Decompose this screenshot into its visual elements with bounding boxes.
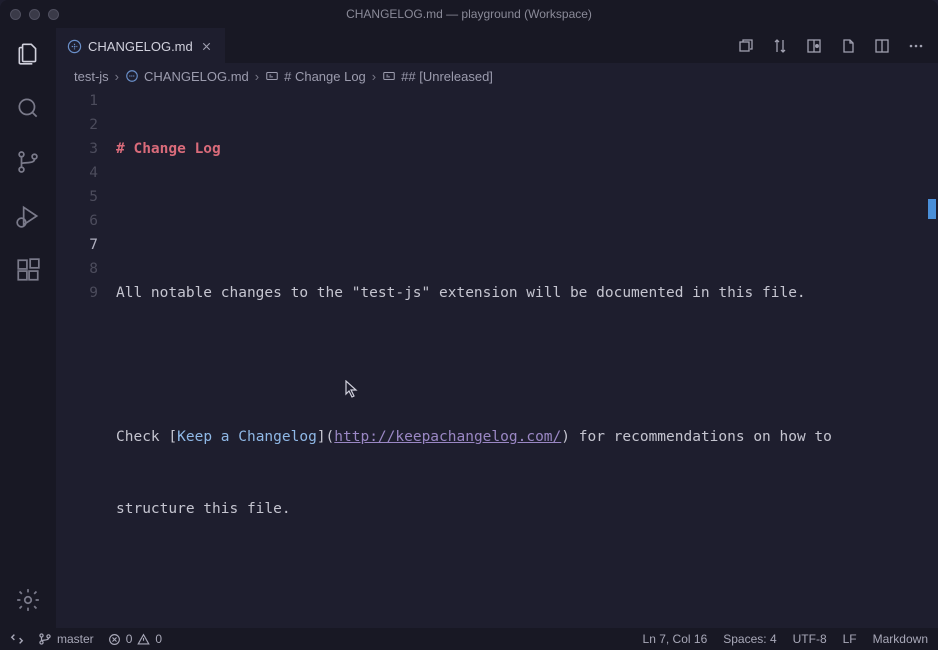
close-window-button[interactable]: [10, 9, 21, 20]
remote-icon: [10, 632, 24, 646]
close-icon: [200, 40, 213, 53]
tab-changelog[interactable]: CHANGELOG.md: [56, 28, 225, 63]
tab-bar: CHANGELOG.md: [56, 28, 938, 63]
source-control-activity[interactable]: [14, 148, 42, 176]
symbol-string-icon: [382, 69, 396, 83]
maximize-window-button[interactable]: [48, 9, 59, 20]
preview-icon: [125, 69, 139, 83]
overview-ruler-marker: [928, 199, 936, 219]
breadcrumb-item-folder[interactable]: test-js: [74, 69, 109, 84]
git-branch-status[interactable]: master: [38, 632, 94, 646]
minimize-window-button[interactable]: [29, 9, 40, 20]
warning-icon: [137, 633, 150, 646]
preview-icon: [66, 38, 82, 54]
tab-close-button[interactable]: [199, 38, 215, 54]
debug-activity[interactable]: [14, 202, 42, 230]
compare-button[interactable]: [772, 38, 788, 54]
encoding-status[interactable]: UTF-8: [793, 632, 827, 646]
extensions-icon: [15, 257, 41, 283]
window-controls: [10, 9, 59, 20]
branch-icon: [15, 149, 41, 175]
symbol-string-icon: [265, 69, 279, 83]
split-editor-button[interactable]: [874, 38, 890, 54]
run-button[interactable]: [840, 38, 856, 54]
ellipsis-icon: [908, 38, 924, 54]
breadcrumb-item-file[interactable]: CHANGELOG.md: [125, 69, 249, 84]
tab-label: CHANGELOG.md: [88, 39, 193, 54]
toggle-secondary-button[interactable]: [738, 38, 754, 54]
breadcrumb[interactable]: test-js › CHANGELOG.md › # Change Log › …: [56, 63, 938, 89]
compare-icon: [772, 38, 788, 54]
activity-bar: [0, 28, 56, 628]
line-number-gutter: 1 2 3 4 5 6 7 8 9: [56, 89, 116, 628]
code-content[interactable]: # Change Log All notable changes to the …: [116, 89, 938, 628]
remote-button[interactable]: [10, 632, 24, 646]
chevron-right-icon: ›: [115, 69, 119, 84]
search-activity[interactable]: [14, 94, 42, 122]
error-icon: [108, 633, 121, 646]
open-preview-button[interactable]: [806, 38, 822, 54]
editor-area: CHANGELOG.md test-js › CHANGELOG.: [56, 28, 938, 628]
split-icon: [874, 38, 890, 54]
gear-icon: [15, 587, 41, 613]
files-icon: [15, 41, 41, 67]
eol-status[interactable]: LF: [843, 632, 857, 646]
chevron-right-icon: ›: [255, 69, 259, 84]
extensions-activity[interactable]: [14, 256, 42, 284]
breadcrumb-item-h1[interactable]: # Change Log: [265, 69, 366, 84]
problems-status[interactable]: 0 0: [108, 632, 162, 646]
titlebar: CHANGELOG.md — playground (Workspace): [0, 0, 938, 28]
branch-icon: [38, 632, 52, 646]
preview-side-icon: [806, 38, 822, 54]
more-actions-button[interactable]: [908, 38, 924, 54]
language-mode-status[interactable]: Markdown: [873, 632, 928, 646]
cursor-position-status[interactable]: Ln 7, Col 16: [643, 632, 708, 646]
search-icon: [15, 95, 41, 121]
debug-icon: [15, 203, 41, 229]
settings-activity[interactable]: [14, 586, 42, 614]
explorer-activity[interactable]: [14, 40, 42, 68]
window-stack-icon: [738, 38, 754, 54]
editor-actions: [724, 28, 938, 63]
editor[interactable]: 1 2 3 4 5 6 7 8 9 # Change Log All notab…: [56, 89, 938, 628]
indentation-status[interactable]: Spaces: 4: [723, 632, 776, 646]
window-title: CHANGELOG.md — playground (Workspace): [346, 7, 592, 21]
chevron-right-icon: ›: [372, 69, 376, 84]
breadcrumb-item-h2[interactable]: ## [Unreleased]: [382, 69, 493, 84]
file-icon: [840, 38, 856, 54]
status-bar: master 0 0 Ln 7, Col 16 Spaces: 4 UTF-8 …: [0, 628, 938, 650]
